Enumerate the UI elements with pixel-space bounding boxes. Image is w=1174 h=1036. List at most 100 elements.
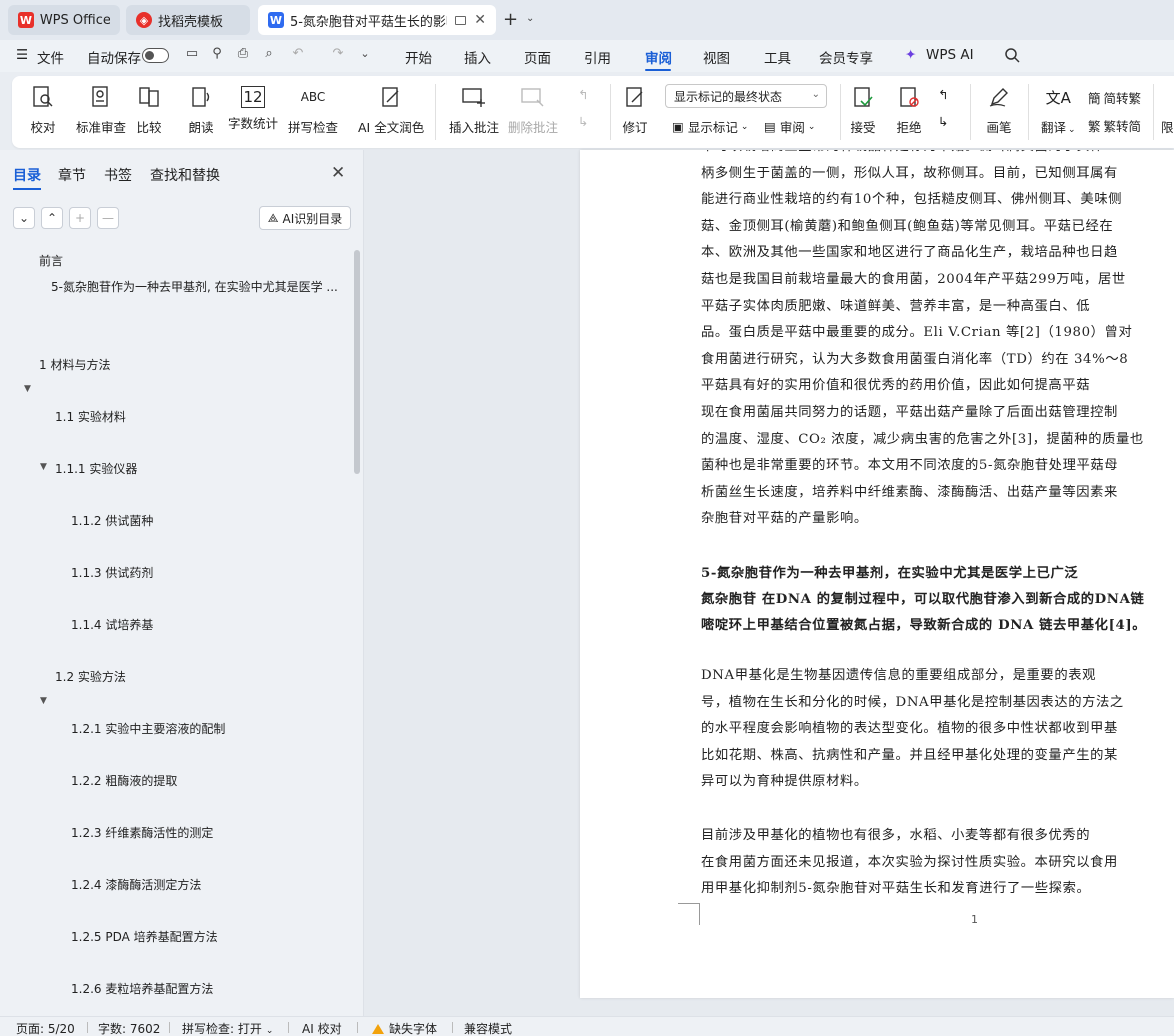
word-count-button[interactable]: 12 字数统计 <box>228 82 278 142</box>
restrict-button[interactable]: 限 <box>1161 117 1174 136</box>
undo-icon[interactable]: ↶ <box>290 46 306 62</box>
spell-check-status[interactable]: 拼写检查: 打开 ⌄ <box>182 1020 273 1036</box>
close-panel-icon[interactable]: ✕ <box>331 163 345 183</box>
menu-view[interactable]: 视图 <box>703 47 730 67</box>
menu-wps-ai[interactable]: WPS AI <box>926 47 974 63</box>
menu-review[interactable]: 审阅 <box>645 47 672 67</box>
menu-insert[interactable]: 插入 <box>464 47 491 67</box>
missing-font-status[interactable]: 缺失字体 <box>372 1020 437 1036</box>
hamburger-icon[interactable]: ☰ <box>16 47 28 63</box>
document-line: 氮杂胞苷 在DNA 的复制过程中，可以取代胞苷渗入到新合成的DNA链 <box>701 592 1145 607</box>
page-indicator[interactable]: 页面: 5/20 <box>16 1020 75 1036</box>
remove-heading-button[interactable]: — <box>97 207 119 229</box>
collapse-triangle-icon[interactable]: ▼ <box>40 462 47 472</box>
file-menu[interactable]: 文件 <box>37 47 64 67</box>
ai-check-status[interactable]: AI 校对 <box>302 1020 342 1036</box>
collapse-triangle-icon[interactable]: ▼ <box>40 696 47 706</box>
display-mode-select[interactable]: 显示标记的最终状态 ⌄ <box>665 84 827 108</box>
tab-current-document[interactable]: W 5-氮杂胞苷对平菇生长的影响 ✕ <box>258 5 496 35</box>
word-count-indicator[interactable]: 字数: 7602 <box>98 1020 160 1036</box>
chevron-down-icon[interactable]: ⌄ <box>526 13 534 24</box>
tab-chapters[interactable]: 章节 <box>58 165 86 185</box>
compare-button[interactable]: 比较 <box>134 82 164 142</box>
pen-icon <box>984 82 1014 112</box>
expand-all-button[interactable]: ⌄ <box>13 207 35 229</box>
document-line: 平菇子实体肉质肥嫩、味道鲜美、营养丰富，是一种高蛋白、低 <box>701 298 1091 314</box>
toc-item[interactable]: 1.2.2 粗酶液的提取 <box>71 772 177 789</box>
compat-mode-status[interactable]: 兼容模式 <box>464 1020 512 1036</box>
toc-item[interactable]: 1.2.4 漆酶酶活测定方法 <box>71 876 201 893</box>
tab-wps-office[interactable]: W WPS Office <box>8 5 120 35</box>
menu-home[interactable]: 开始 <box>405 47 432 67</box>
read-aloud-button[interactable]: 朗读 <box>186 82 216 142</box>
document-line: 柄多侧生于菌盖的一侧，形似人耳，故称侧耳。目前，已知侧耳属有 <box>701 165 1118 181</box>
reject-button[interactable]: 拒绝 <box>894 82 924 142</box>
toc-item[interactable]: 1 材料与方法 <box>39 356 110 373</box>
print-preview-icon[interactable]: ⌕ <box>261 46 277 62</box>
status-divider <box>452 1022 453 1033</box>
proofread-button[interactable]: 校对 <box>28 82 58 142</box>
ai-polish-icon <box>376 82 406 112</box>
tab-docer-templates[interactable]: ◈ 找稻壳模板 <box>126 5 250 35</box>
toc-item[interactable]: 1.1 实验材料 <box>55 408 126 425</box>
toc-item[interactable]: 1.2.3 纤维素酶活性的测定 <box>71 824 213 841</box>
previous-comment-icon[interactable]: ↰ <box>578 87 588 102</box>
chevron-up-icon: ⌃ <box>46 211 58 225</box>
next-change-icon[interactable]: ↳ <box>938 114 948 129</box>
panel-scrollbar[interactable] <box>354 250 360 474</box>
restore-window-icon[interactable] <box>455 15 467 25</box>
next-comment-icon[interactable]: ↳ <box>578 114 588 129</box>
compare-icon <box>134 82 164 112</box>
toc-item[interactable]: 1.1.3 供试药剂 <box>71 564 153 581</box>
toc-item[interactable]: 1.1.4 试培养基 <box>71 616 153 633</box>
pen-button[interactable]: 画笔 <box>984 82 1014 142</box>
status-divider <box>357 1022 358 1033</box>
toc-item[interactable]: 1.2.6 麦粒培养基配置方法 <box>71 980 213 997</box>
track-changes-button[interactable]: 修订 <box>620 82 650 142</box>
print-icon[interactable]: ⎙ <box>235 46 251 62</box>
toc-item[interactable]: 5-氮杂胞苷作为一种去甲基剂, 在实验中尤其是医学 ... <box>51 278 343 295</box>
show-markup-button[interactable]: ▣ 显示标记 ⌄ <box>672 117 748 136</box>
toc-item[interactable]: 1.1.2 供试菌种 <box>71 512 153 529</box>
to-traditional-button[interactable]: 簡简转繁 <box>1088 88 1141 107</box>
translate-button[interactable]: 文A 翻译 ⌄ <box>1041 82 1076 142</box>
spell-check-button[interactable]: ABC 拼写检查 <box>288 82 338 142</box>
autosave-toggle[interactable] <box>142 48 169 63</box>
close-tab-icon[interactable]: ✕ <box>474 12 486 28</box>
ai-identify-toc-button[interactable]: ⟁ AI识别目录 <box>259 206 351 230</box>
review-ribbon: 校对 标准审查 比较 朗读 12 字数统计 ABC 拼写检查 AI 全文润色 插… <box>12 76 1174 148</box>
to-simplified-button[interactable]: 繁繁转简 <box>1088 116 1141 135</box>
accept-button[interactable]: 接受 <box>848 82 878 142</box>
toc-item[interactable]: 1.2.5 PDA 培养基配置方法 <box>71 928 218 945</box>
insert-comment-button[interactable]: 插入批注 <box>449 82 499 142</box>
delete-comment-button[interactable]: 删除批注 <box>508 82 558 142</box>
menu-tools[interactable]: 工具 <box>764 47 791 67</box>
menu-member[interactable]: 会员专享 <box>819 47 873 67</box>
review-pane-button[interactable]: ▤ 审阅 ⌄ <box>764 117 815 136</box>
toc-item[interactable]: 1.2.1 实验中主要溶液的配制 <box>71 720 225 737</box>
quick-access-chevron-icon[interactable]: ⌄ <box>357 46 373 62</box>
new-tab-button[interactable]: + <box>503 9 518 30</box>
menu-page[interactable]: 页面 <box>524 47 551 67</box>
toc-item[interactable]: 前言 <box>39 252 63 269</box>
tab-bookmarks[interactable]: 书签 <box>104 165 132 185</box>
collapse-all-button[interactable]: ⌃ <box>41 207 63 229</box>
document-page[interactable]: 平可以栽培商业生常的杆栽品种是标为平菇。侧耳属真菌的子实体柄多侧生于菌盖的一侧，… <box>580 150 1174 998</box>
previous-change-icon[interactable]: ↰ <box>938 87 948 102</box>
standard-review-button[interactable]: 标准审查 <box>76 82 126 142</box>
toc-item[interactable]: 1.2 实验方法 <box>55 668 126 685</box>
ai-polish-button[interactable]: AI 全文润色 <box>358 82 424 142</box>
share-icon[interactable]: ⚲ <box>209 46 225 62</box>
collapse-triangle-icon[interactable]: ▼ <box>24 384 31 394</box>
ai-toc-icon: ⟁ <box>267 210 279 225</box>
document-line: 比如花期、株高、抗病性和产量。并且经甲基化处理的变量产生的某 <box>701 747 1118 763</box>
tab-find-replace[interactable]: 查找和替换 <box>150 165 220 185</box>
toc-item[interactable]: 1.1.1 实验仪器 <box>55 460 137 477</box>
add-heading-button[interactable]: + <box>69 207 91 229</box>
save-icon[interactable]: ▭ <box>184 46 200 62</box>
tab-toc[interactable]: 目录 <box>13 165 41 185</box>
menu-references[interactable]: 引用 <box>584 47 611 67</box>
redo-icon[interactable]: ↷ <box>330 46 346 62</box>
search-icon[interactable] <box>1004 47 1020 67</box>
track-changes-icon <box>620 82 650 112</box>
